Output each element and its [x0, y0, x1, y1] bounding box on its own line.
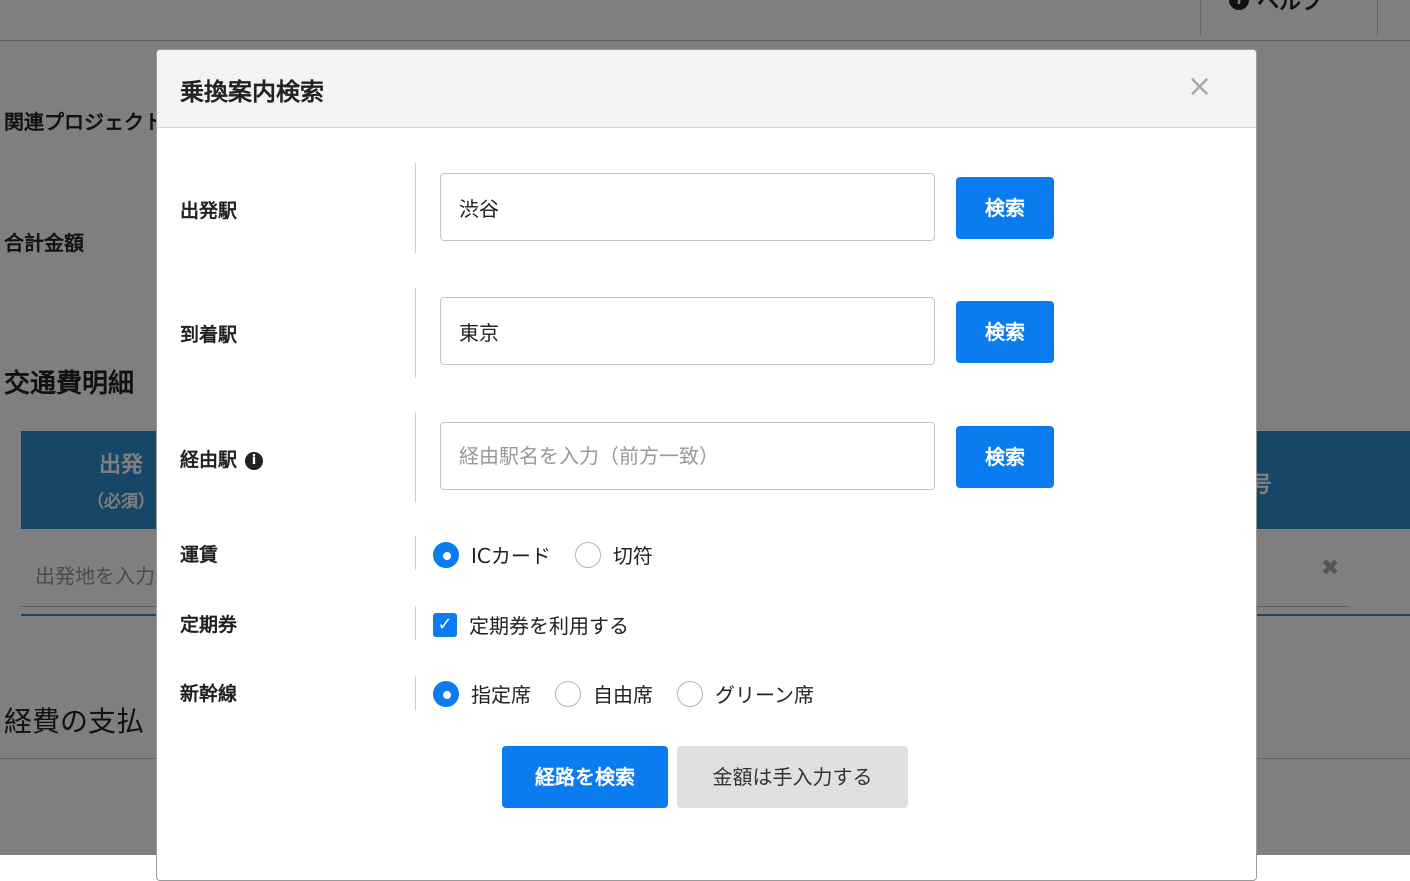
- modal-header: 乗換案内検索 ×: [157, 50, 1256, 128]
- via-label-row: 経由駅 i: [180, 445, 264, 472]
- via-label: 経由駅: [180, 449, 238, 471]
- reserved-seat-radio[interactable]: [433, 680, 459, 707]
- green-seat-radio[interactable]: [677, 680, 703, 707]
- departure-station-input[interactable]: [440, 173, 935, 241]
- arrival-label: 到着駅: [180, 324, 238, 346]
- arrival-station-input[interactable]: [440, 297, 935, 365]
- shinkansen-label: 新幹線: [180, 683, 238, 705]
- divider: [415, 536, 416, 570]
- non-reserved-seat-radio[interactable]: [555, 680, 581, 707]
- departure-label: 出発駅: [180, 200, 238, 222]
- non-reserved-seat-label[interactable]: 自由席: [593, 679, 653, 708]
- fare-options: ICカード 切符: [433, 540, 677, 569]
- divider: [415, 412, 416, 502]
- departure-search-button[interactable]: 検索: [956, 177, 1054, 239]
- modal-title: 乗換案内検索: [180, 78, 324, 106]
- fare-ic-radio[interactable]: [433, 541, 459, 568]
- route-search-button[interactable]: 経路を検索: [502, 746, 668, 808]
- commuter-option: ✓ 定期券を利用する: [433, 610, 653, 639]
- manual-amount-button[interactable]: 金額は手入力する: [677, 746, 908, 808]
- shinkansen-options: 指定席 自由席 グリーン席: [433, 679, 838, 708]
- via-search-button[interactable]: 検索: [956, 426, 1054, 488]
- fare-ticket-radio[interactable]: [574, 541, 601, 568]
- info-icon[interactable]: i: [245, 452, 264, 470]
- green-seat-label[interactable]: グリーン席: [715, 679, 814, 708]
- transit-search-modal: 乗換案内検索 × 出発駅 検索 到着駅 検索 経由駅 i 検索 運賃 ICカード …: [156, 49, 1257, 881]
- fare-label: 運賃: [180, 544, 219, 566]
- fare-ticket-label[interactable]: 切符: [613, 540, 653, 569]
- commuter-checkbox-label[interactable]: 定期券を利用する: [469, 610, 629, 639]
- divider: [415, 606, 416, 640]
- via-station-input[interactable]: [440, 422, 935, 490]
- reserved-seat-label[interactable]: 指定席: [471, 679, 531, 708]
- arrival-search-button[interactable]: 検索: [956, 301, 1054, 363]
- divider: [415, 163, 416, 253]
- divider: [415, 676, 416, 710]
- close-icon[interactable]: ×: [1187, 72, 1212, 102]
- fare-ic-label[interactable]: ICカード: [471, 540, 551, 569]
- divider: [415, 288, 416, 378]
- commuter-label: 定期券: [180, 614, 238, 636]
- commuter-checkbox[interactable]: ✓: [433, 612, 457, 637]
